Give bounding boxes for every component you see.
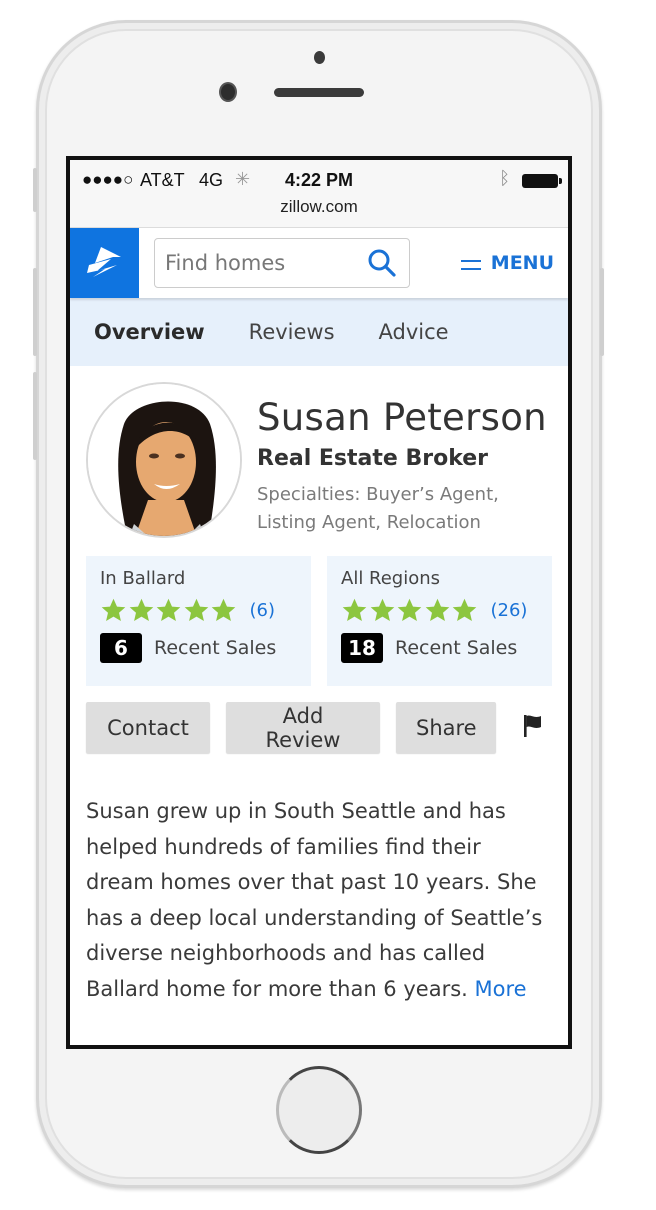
search-input[interactable]	[165, 251, 365, 275]
battery-icon	[522, 174, 562, 188]
tab-overview[interactable]: Overview	[94, 320, 205, 344]
search-box	[154, 238, 410, 288]
stat-region-label: In Ballard	[100, 568, 186, 589]
star-icon	[211, 598, 236, 621]
add-review-button[interactable]: Add Review	[226, 702, 380, 753]
recent-sales: 18 Recent Sales	[341, 633, 538, 663]
power-button	[600, 268, 604, 356]
zillow-logo[interactable]	[70, 228, 139, 298]
tab-advice[interactable]: Advice	[379, 320, 449, 344]
site-header: MENU	[70, 228, 568, 298]
agent-title: Real Estate Broker	[257, 446, 489, 471]
hamburger-icon	[460, 260, 481, 270]
star-icon	[370, 598, 394, 621]
agent-profile: Susan Peterson Real Estate Broker Specia…	[70, 366, 568, 556]
clock: 4:22 PM	[284, 170, 354, 190]
star-icon	[184, 598, 208, 621]
mute-switch	[33, 168, 37, 212]
stat-region-label: All Regions	[341, 568, 441, 589]
sales-count-badge: 18	[341, 633, 383, 663]
tab-reviews[interactable]: Reviews	[249, 320, 335, 344]
home-button[interactable]	[276, 1066, 362, 1154]
star-rating[interactable]: (6)	[100, 597, 297, 624]
agent-name: Susan Peterson	[257, 396, 547, 439]
volume-down-button	[33, 372, 37, 460]
review-count-link[interactable]: (6)	[250, 600, 276, 621]
bluetooth-icon: ᛒ	[499, 168, 510, 188]
status-bar: ●●●●○ AT&T 4G ✳ 4:22 PM ᛒ zillow.com	[70, 160, 568, 228]
stat-card-ballard: In Ballard (6) 6 Recent Sales	[86, 556, 311, 686]
earpiece-speaker	[274, 88, 364, 97]
bio-text: Susan grew up in South Seattle and has h…	[86, 799, 543, 1001]
agent-specialties: Specialties: Buyer’s Agent, Listing Agen…	[257, 484, 499, 533]
star-icon	[342, 598, 367, 621]
menu-label: MENU	[490, 252, 554, 274]
front-camera	[219, 82, 237, 102]
star-icon	[452, 598, 477, 621]
volume-up-button	[33, 268, 37, 356]
star-icon	[156, 598, 181, 621]
flag-icon[interactable]	[522, 713, 544, 743]
contact-button[interactable]: Contact	[86, 702, 210, 753]
zillow-logo-icon	[86, 247, 121, 277]
phone-screen: ●●●●○ AT&T 4G ✳ 4:22 PM ᛒ zillow.com Fin…	[66, 156, 572, 1049]
star-icon	[101, 598, 126, 621]
stat-card-all-regions: All Regions (26) 18 Recent Sales	[327, 556, 552, 686]
star-rating[interactable]: (26)	[341, 597, 538, 624]
star-icon	[397, 598, 422, 621]
sales-label: Recent Sales	[154, 637, 277, 659]
proximity-sensor	[314, 51, 325, 64]
star-icon	[425, 598, 449, 621]
search-icon[interactable]	[365, 246, 399, 280]
stats-section: In Ballard (6) 6 Recent Sales All Region…	[70, 556, 568, 686]
sales-count-badge: 6	[100, 633, 142, 663]
url-bar[interactable]: zillow.com	[70, 197, 568, 217]
review-count-link[interactable]: (26)	[491, 600, 528, 621]
agent-avatar	[86, 382, 242, 538]
menu-button[interactable]: MENU	[460, 252, 554, 274]
share-button[interactable]: Share	[396, 702, 496, 753]
action-buttons: Contact Add Review Share	[70, 702, 568, 753]
recent-sales: 6 Recent Sales	[100, 633, 297, 663]
profile-tabs: Overview Reviews Advice	[70, 298, 568, 366]
sales-label: Recent Sales	[395, 637, 518, 659]
more-link[interactable]: More	[475, 977, 527, 1001]
agent-bio: Susan grew up in South Seattle and has h…	[70, 794, 560, 1007]
star-icon	[129, 598, 153, 621]
